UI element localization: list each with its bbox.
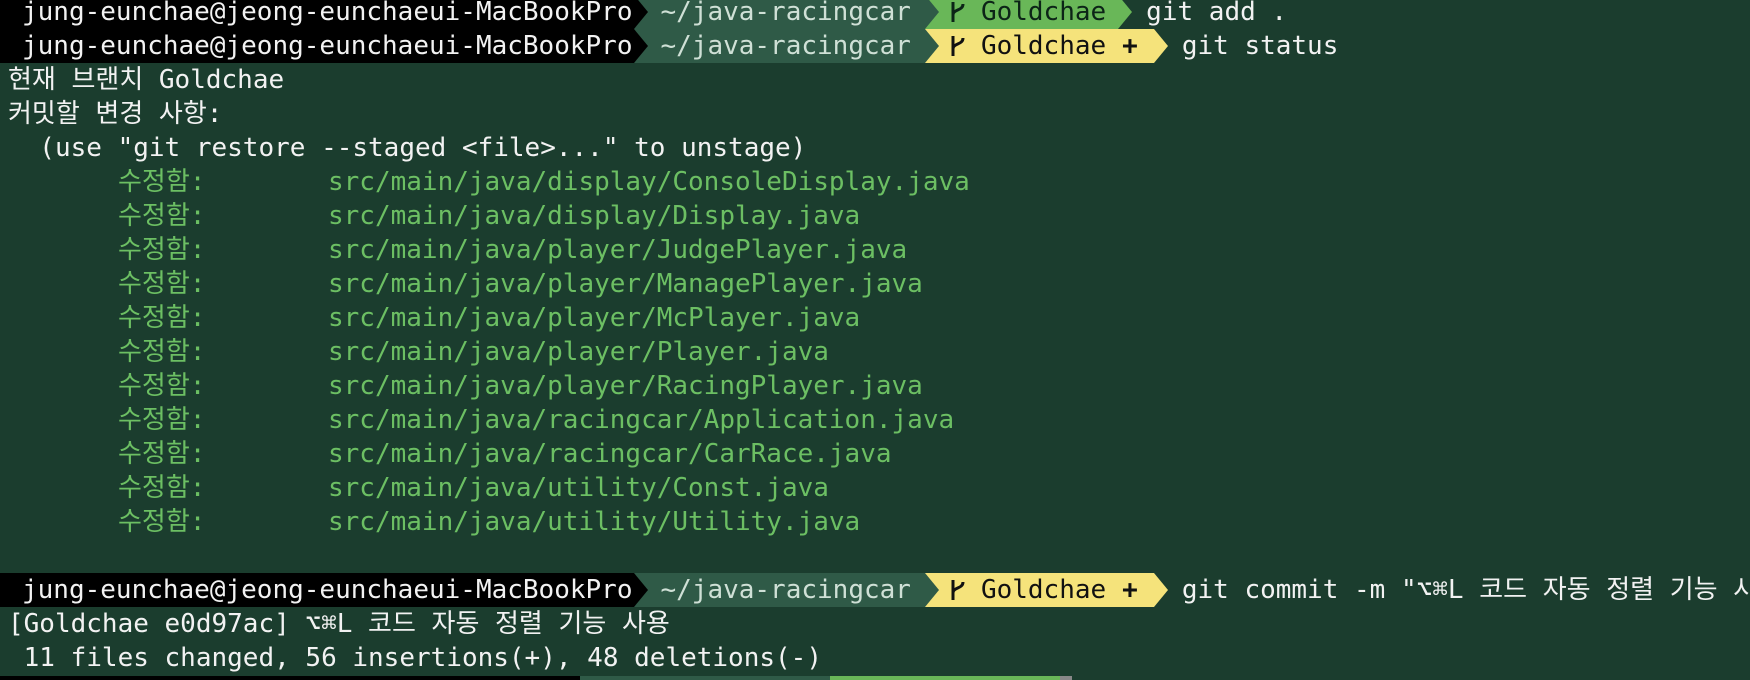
modified-file-row: 수정함: src/main/java/display/ConsoleDisplay… <box>118 165 970 199</box>
file-path: src/main/java/player/McPlayer.java <box>328 303 861 333</box>
file-path: src/main/java/racingcar/CarRace.java <box>328 439 892 469</box>
prompt-separator <box>1153 573 1168 607</box>
file-path: src/main/java/display/ConsoleDisplay.jav… <box>328 167 970 197</box>
prompt-line: jung-eunchae@jeong-eunchaeui-MacBookPro … <box>0 29 1338 63</box>
modified-file-row: 수정함: src/main/java/utility/Utility.java <box>118 505 860 539</box>
prompt-separator <box>1153 29 1168 63</box>
git-branch-icon <box>949 0 971 126</box>
modified-file-row: 수정함: src/main/java/utility/Const.java <box>118 471 829 505</box>
modified-file-row: 수정함: src/main/java/racingcar/Application.… <box>118 403 954 437</box>
command-text: git commit -m "⌥⌘L 코드 자동 정렬 기능 사용" <box>1181 575 1750 605</box>
branch-name: Goldchae <box>980 31 1107 61</box>
command-text: git status <box>1181 31 1339 61</box>
prompt-separator <box>634 0 649 29</box>
modified-file-row: 수정함: src/main/java/player/JudgePlayer.jav… <box>118 233 907 267</box>
git-branch-icon <box>949 510 971 670</box>
prompt-branch: Goldchae + <box>938 29 1154 63</box>
command-text: git add . <box>1146 0 1288 27</box>
prompt-directory: ~/java-racingcar <box>648 0 925 29</box>
modified-label: 수정함: <box>118 507 206 537</box>
modified-label: 수정함: <box>118 235 206 265</box>
modified-label: 수정함: <box>118 269 206 299</box>
file-path: src/main/java/player/JudgePlayer.java <box>328 235 908 265</box>
status-branch-line: 현재 브랜치 Goldchae <box>8 65 285 95</box>
terminal-window[interactable]: jung-eunchae@jeong-eunchaeui-MacBookPro … <box>0 0 1750 680</box>
branch-dirty-marker: + <box>1122 575 1138 605</box>
modified-file-row: 수정함: src/main/java/player/Player.java <box>118 335 829 369</box>
modified-label: 수정함: <box>118 167 206 197</box>
file-path: src/main/java/display/Display.java <box>328 201 861 231</box>
file-path: src/main/java/utility/Const.java <box>328 473 829 503</box>
prompt-directory: ~/java-racingcar <box>648 573 925 607</box>
modified-label: 수정함: <box>118 303 206 333</box>
status-staged-header: 커밋할 변경 사항: <box>8 99 223 129</box>
prompt-line: jung-eunchae@jeong-eunchaeui-MacBookPro … <box>0 0 1287 29</box>
prompt-user-host: jung-eunchae@jeong-eunchaeui-MacBookPro <box>0 0 635 29</box>
file-path: src/main/java/racingcar/Application.java <box>328 405 955 435</box>
prompt-separator <box>924 0 939 29</box>
file-path: src/main/java/player/Player.java <box>328 337 829 367</box>
modified-file-row: 수정함: src/main/java/player/ManagePlayer.ja… <box>118 267 923 301</box>
prompt-branch: Goldchae + <box>938 573 1154 607</box>
prompt-separator <box>634 573 649 607</box>
prompt-user-host: jung-eunchae@jeong-eunchaeui-MacBookPro <box>0 29 635 63</box>
status-hint: (use "git restore --staged <file>..." to… <box>8 133 807 163</box>
prompt-directory: ~/java-racingcar <box>648 29 925 63</box>
modified-label: 수정함: <box>118 473 206 503</box>
prompt-line: jung-eunchae@jeong-eunchaeui-MacBookPro … <box>0 573 1750 607</box>
commit-summary-line: [Goldchae e0d97ac] ⌥⌘L 코드 자동 정렬 기능 사용 <box>8 609 670 639</box>
modified-file-row: 수정함: src/main/java/racingcar/CarRace.java <box>118 437 892 471</box>
modified-file-row: 수정함: src/main/java/player/McPlayer.java <box>118 301 860 335</box>
prompt-separator <box>634 29 649 63</box>
branch-name: Goldchae <box>980 575 1107 605</box>
branch-dirty-marker: + <box>1122 31 1138 61</box>
prompt-separator <box>1118 0 1133 29</box>
file-path: src/main/java/player/RacingPlayer.java <box>328 371 923 401</box>
prompt-user-host: jung-eunchae@jeong-eunchaeui-MacBookPro <box>0 573 635 607</box>
prompt-separator <box>924 573 939 607</box>
modified-label: 수정함: <box>118 405 206 435</box>
file-path: src/main/java/utility/Utility.java <box>328 507 861 537</box>
modified-label: 수정함: <box>118 337 206 367</box>
modified-file-row: 수정함: src/main/java/display/Display.java <box>118 199 860 233</box>
modified-label: 수정함: <box>118 439 206 469</box>
commit-stats-line: 11 files changed, 56 insertions(+), 48 d… <box>8 643 822 673</box>
next-prompt-partial <box>0 676 1750 680</box>
modified-label: 수정함: <box>118 201 206 231</box>
modified-label: 수정함: <box>118 371 206 401</box>
modified-file-row: 수정함: src/main/java/player/RacingPlayer.ja… <box>118 369 923 403</box>
file-path: src/main/java/player/ManagePlayer.java <box>328 269 923 299</box>
prompt-separator <box>924 29 939 63</box>
